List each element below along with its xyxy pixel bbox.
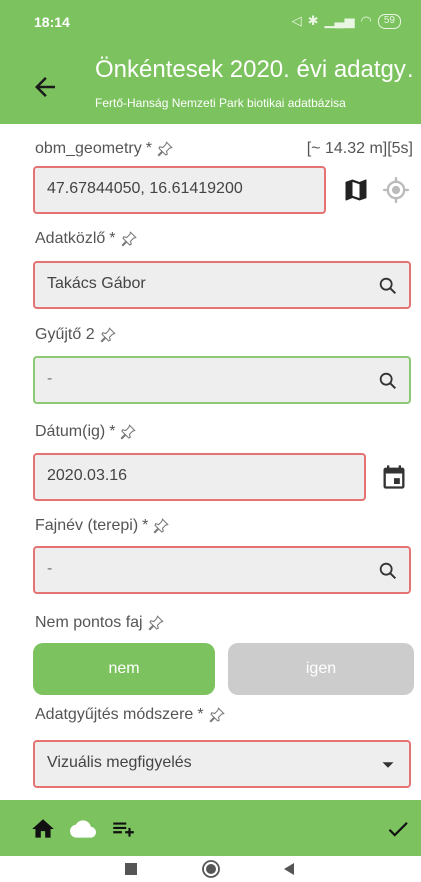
inexact-label-text: Nem pontos faj xyxy=(35,614,143,631)
collector2-label-text: Gyűjtő 2 xyxy=(35,326,95,343)
date-label-text: Dátum(ig) xyxy=(35,423,106,440)
geometry-field[interactable]: 47.67844050, 16.61419200 xyxy=(33,166,326,214)
checkmark-icon[interactable] xyxy=(385,816,411,842)
date-label: Dátum(ig) * xyxy=(35,423,137,441)
reporter-value: Takács Gábor xyxy=(47,275,146,292)
method-value: Vizuális megfigyelés xyxy=(47,754,192,771)
system-nav-bar xyxy=(0,856,421,882)
pin-icon[interactable] xyxy=(208,706,226,724)
geometry-label: obm_geometry * xyxy=(35,140,174,158)
required-mark: * xyxy=(145,140,152,157)
battery-icon: 59 xyxy=(377,13,401,29)
status-bar: 18:14 ◁ ✱ ▁▃▅ ◠ 59 xyxy=(0,0,421,46)
search-icon[interactable] xyxy=(377,560,399,582)
reporter-field[interactable]: Takács Gábor xyxy=(33,261,411,309)
back-arrow-icon[interactable] xyxy=(30,72,60,102)
app-bar: Önkéntesek 2020. évi adatgy… Fertő-Hansá… xyxy=(0,46,421,124)
calendar-icon[interactable] xyxy=(380,463,408,491)
gps-locate-icon[interactable] xyxy=(382,176,410,204)
recents-icon[interactable] xyxy=(124,862,138,876)
toggle-no-button[interactable]: nem xyxy=(33,643,215,695)
system-home-icon[interactable] xyxy=(202,860,220,878)
reporter-label: Adatközlő * xyxy=(35,230,138,248)
inexact-label: Nem pontos faj xyxy=(35,614,165,632)
date-value: 2020.03.16 xyxy=(47,467,128,484)
system-back-icon[interactable] xyxy=(282,862,296,876)
pin-icon[interactable] xyxy=(147,614,165,632)
pin-icon[interactable] xyxy=(152,517,170,535)
method-select[interactable]: Vizuális megfigyelés xyxy=(33,740,411,788)
required-mark: * xyxy=(109,230,116,247)
species-label: Fajnév (terepi) * xyxy=(35,517,170,535)
app-subtitle: Fertő-Hanság Nemzeti Park biotikai adatb… xyxy=(95,96,346,110)
date-field[interactable]: 2020.03.16 xyxy=(33,453,366,501)
search-icon[interactable] xyxy=(377,370,399,392)
playlist-add-icon[interactable] xyxy=(110,816,136,842)
gps-accuracy: [~ 14.32 m][5s] xyxy=(306,140,413,157)
required-mark: * xyxy=(142,517,149,534)
location-icon: ◁ xyxy=(291,13,302,28)
toggle-yes-button[interactable]: igen xyxy=(228,643,414,695)
pin-icon[interactable] xyxy=(119,423,137,441)
method-label-text: Adatgyűjtés módszere xyxy=(35,706,194,723)
home-icon[interactable] xyxy=(30,816,56,842)
status-icons: ◁ ✱ ▁▃▅ ◠ 59 xyxy=(292,13,401,29)
pin-icon[interactable] xyxy=(156,140,174,158)
bottom-bar xyxy=(0,800,421,856)
cloud-icon[interactable] xyxy=(70,816,96,842)
required-mark: * xyxy=(197,706,204,723)
search-icon[interactable] xyxy=(377,275,399,297)
bluetooth-icon: ✱ xyxy=(307,13,319,28)
dropdown-arrow-icon[interactable] xyxy=(377,754,399,776)
app-title: Önkéntesek 2020. évi adatgy… xyxy=(95,56,415,83)
geometry-value: 47.67844050, 16.61419200 xyxy=(47,180,243,197)
wifi-icon: ◠ xyxy=(360,13,372,28)
species-field[interactable]: - xyxy=(33,546,411,594)
reporter-label-text: Adatközlő xyxy=(35,230,106,247)
pin-icon[interactable] xyxy=(99,326,117,344)
required-mark: * xyxy=(109,423,116,440)
species-value: - xyxy=(47,560,53,577)
collector2-field[interactable]: - xyxy=(33,356,411,404)
collector2-value: - xyxy=(47,370,53,387)
geometry-label-text: obm_geometry xyxy=(35,140,142,157)
collector2-label: Gyűjtő 2 xyxy=(35,326,117,344)
species-label-text: Fajnév (terepi) xyxy=(35,517,139,534)
signal-icon: ▁▃▅ xyxy=(324,13,355,28)
method-label: Adatgyűjtés módszere * xyxy=(35,706,226,724)
pin-icon[interactable] xyxy=(120,230,138,248)
map-icon[interactable] xyxy=(342,176,370,204)
status-time: 18:14 xyxy=(34,14,70,30)
